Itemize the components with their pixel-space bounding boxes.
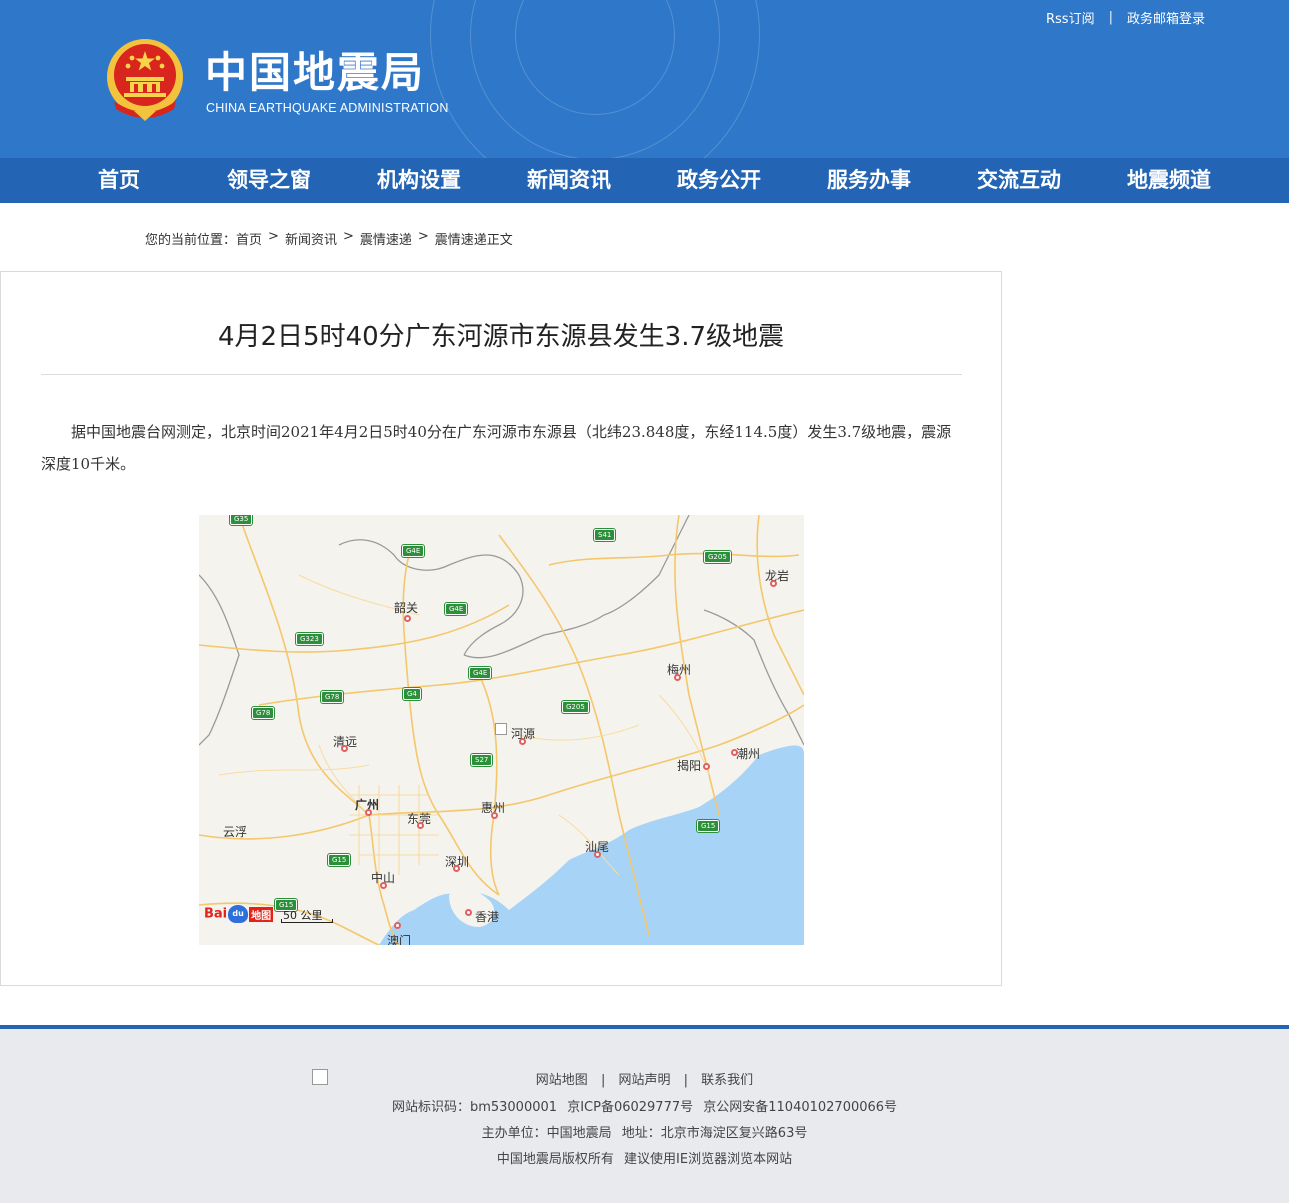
nav-item-services[interactable]: 服务办事 <box>794 158 944 203</box>
baidu-logo-map-text: 地图 <box>249 906 274 922</box>
epicenter-map[interactable]: 韶关 龙岩 梅州 清远 河源 潮州 揭阳 广州 惠州 东莞 云浮 汕尾 深圳 中… <box>199 515 804 945</box>
footer-sponsor: 主办单位：中国地震局 地址：北京市海淀区复兴路63号 <box>0 1122 1289 1141</box>
article-container: 4月2日5时40分广东河源市东源县发生3.7级地震 据中国地震台网测定，北京时间… <box>0 271 1002 986</box>
site-subtitle: CHINA EARTHQUAKE ADMINISTRATION <box>206 101 449 115</box>
site-title: 中国地震局 <box>205 48 426 97</box>
nav-item-leaders[interactable]: 领导之窗 <box>194 158 344 203</box>
article-title: 4月2日5时40分广东河源市东源县发生3.7级地震 <box>217 322 785 352</box>
road-shield: G323 <box>295 632 324 646</box>
epicenter-marker-icon[interactable] <box>495 723 507 735</box>
map-city-label: 云浮 <box>223 825 248 839</box>
footer-link-separator: | <box>683 1073 689 1088</box>
site-footer: 网站地图 | 网站声明 | 联系我们 网站标识码：bm53000001 京ICP… <box>0 1029 1289 1203</box>
map-city-dot <box>380 882 387 889</box>
map-city-label: 揭阳 <box>677 759 702 773</box>
footer-link-contact[interactable]: 联系我们 <box>701 1073 753 1088</box>
road-shield: G15 <box>326 853 352 867</box>
map-city-dot <box>674 674 681 681</box>
map-city-dot <box>594 851 601 858</box>
map-city-dot <box>417 822 424 829</box>
map-city-dot <box>365 809 372 816</box>
map-city-dot <box>731 749 738 756</box>
article-divider <box>41 374 962 375</box>
road-shield: G4 <box>402 687 422 701</box>
road-shield: G205 <box>561 700 590 714</box>
breadcrumb-item-news[interactable]: 新闻资讯 <box>285 229 337 248</box>
nav-item-interaction[interactable]: 交流互动 <box>944 158 1094 203</box>
footer-browser-note: 建议使用IE浏览器浏览本网站 <box>624 1152 793 1167</box>
road-shield: G205 <box>703 550 732 564</box>
map-city-label: 韶关 <box>394 601 419 615</box>
map-city-dot <box>703 763 710 770</box>
footer-copyright-text: 中国地震局版权所有 <box>496 1152 614 1167</box>
road-shield: G35 <box>228 515 254 526</box>
breadcrumb-item-quake-express[interactable]: 震情速递 <box>360 229 412 248</box>
nav-item-home[interactable]: 首页 <box>44 158 194 203</box>
map-scale-bar <box>281 919 333 923</box>
map-city-dot <box>394 922 401 929</box>
breadcrumb-item-home[interactable]: 首页 <box>236 229 262 248</box>
nav-item-organization[interactable]: 机构设置 <box>344 158 494 203</box>
road-shield: G4E <box>400 544 426 558</box>
nav-item-gov-affairs[interactable]: 政务公开 <box>644 158 794 203</box>
footer-link-statement[interactable]: 网站声明 <box>618 1073 670 1088</box>
map-city-dot <box>341 745 348 752</box>
breadcrumb: 您的当前位置： 首页 > 新闻资讯 > 震情速递 > 震情速递正文 <box>145 229 513 248</box>
nav-item-earthquake-channel[interactable]: 地震频道 <box>1094 158 1244 203</box>
map-city-label: 香港 <box>475 910 500 924</box>
road-shield: G4E <box>467 666 493 680</box>
breadcrumb-item-current: 震情速递正文 <box>434 233 513 248</box>
road-shield: G78 <box>319 690 345 704</box>
footer-sponsor-unit: 主办单位：中国地震局 <box>481 1126 612 1141</box>
footer-icp[interactable]: 京ICP备06029777号 <box>567 1100 693 1115</box>
top-links: Rss订阅 | 政务邮箱登录 <box>1046 8 1205 27</box>
map-city-label: 龙岩 <box>765 569 790 583</box>
breadcrumb-separator: > <box>268 229 279 244</box>
rss-link[interactable]: Rss订阅 <box>1046 8 1095 27</box>
baidu-logo-text: Bai <box>204 906 228 922</box>
map-city-dot <box>453 865 460 872</box>
road-shield: G78 <box>250 706 276 720</box>
footer-copyright: 中国地震局版权所有 建议使用IE浏览器浏览本网站 <box>0 1148 1289 1167</box>
map-city-dot <box>491 812 498 819</box>
map-city-dot <box>404 615 411 622</box>
map-city-dot <box>519 738 526 745</box>
footer-registration: 网站标识码：bm53000001 京ICP备06029777号 京公网安备110… <box>0 1096 1289 1115</box>
road-shield: S27 <box>469 753 494 767</box>
breadcrumb-separator: > <box>417 229 429 244</box>
baidu-map-logo[interactable]: Bai du 地图 <box>204 905 274 923</box>
footer-police-record[interactable]: 京公网安备11040102700066号 <box>703 1100 897 1115</box>
map-city-dot <box>465 909 472 916</box>
nav-item-news[interactable]: 新闻资讯 <box>494 158 644 203</box>
gov-mail-login-link[interactable]: 政务邮箱登录 <box>1127 8 1205 27</box>
national-emblem-icon[interactable] <box>104 37 186 123</box>
map-scale: 50 公里 <box>281 907 333 923</box>
map-city-label: 潮州 <box>736 747 761 761</box>
footer-link-separator: | <box>600 1073 606 1088</box>
baidu-paw-icon: du <box>228 905 249 923</box>
site-header: 中国地震局 CHINA EARTHQUAKE ADMINISTRATION Rs… <box>0 0 1289 158</box>
map-city-dot <box>770 580 777 587</box>
top-links-separator: | <box>1108 10 1113 25</box>
footer-link-sitemap[interactable]: 网站地图 <box>536 1073 588 1088</box>
breadcrumb-separator: > <box>342 229 354 244</box>
breadcrumb-prefix: 您的当前位置： <box>145 233 237 248</box>
map-city-label: 澳门 <box>387 934 412 945</box>
road-shield: G15 <box>695 819 721 833</box>
main-nav: 首页 领导之窗 机构设置 新闻资讯 政务公开 服务办事 交流互动 地震频道 <box>0 158 1289 203</box>
road-shield: S41 <box>592 528 617 542</box>
road-shield: G4E <box>443 602 469 616</box>
footer-address: 地址：北京市海淀区复兴路63号 <box>621 1126 808 1141</box>
footer-site-id: 网站标识码：bm53000001 <box>391 1100 558 1115</box>
article-body: 据中国地震台网测定，北京时间2021年4月2日5时40分在广东河源市东源县（北纬… <box>41 423 952 473</box>
footer-links: 网站地图 | 网站声明 | 联系我们 <box>0 1069 1289 1088</box>
